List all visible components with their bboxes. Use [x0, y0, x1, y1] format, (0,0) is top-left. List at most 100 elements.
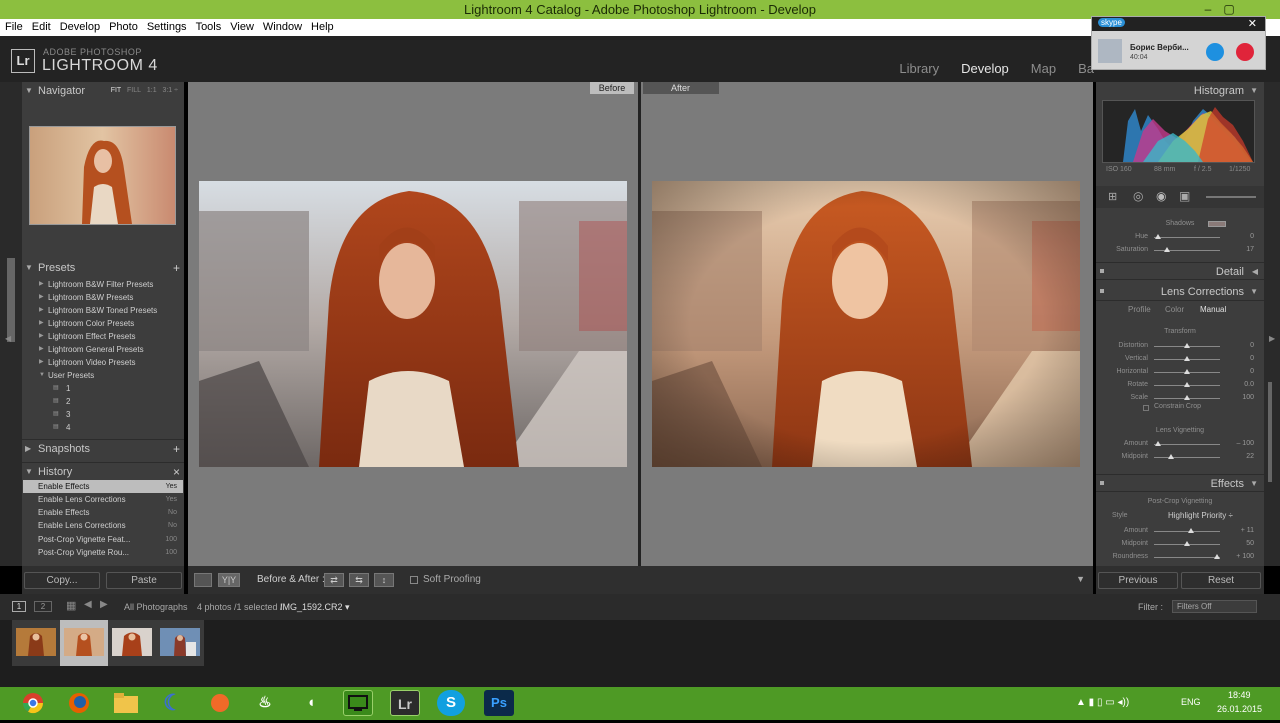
slider-thumb[interactable]	[1184, 541, 1190, 546]
tab-profile[interactable]: Profile	[1128, 305, 1151, 314]
expand-icon[interactable]: ▶	[39, 278, 44, 291]
effects-toggle-icon[interactable]: ▼	[1250, 475, 1258, 493]
histogram-header[interactable]: Histogram ▼	[1096, 82, 1264, 100]
shadows-hue-slider[interactable]: Hue 0	[1096, 231, 1264, 243]
user-preset[interactable]: ▤ 3	[22, 408, 184, 421]
preset-folder[interactable]: ▶ Lightroom General Presets	[22, 343, 184, 356]
slider-track[interactable]	[1154, 237, 1220, 238]
slider-thumb[interactable]	[1184, 369, 1190, 374]
detail-header[interactable]: Detail ◀	[1096, 262, 1264, 280]
histogram-toggle-icon[interactable]: ▼	[1250, 82, 1258, 100]
effects-roundness-slider[interactable]: Roundness + 100	[1096, 551, 1264, 563]
firefox-icon[interactable]	[64, 690, 94, 716]
effects-header[interactable]: Effects ▼	[1096, 474, 1264, 492]
steam-icon[interactable]: ♨	[250, 690, 280, 716]
slider-value[interactable]: 0	[1250, 366, 1254, 378]
constrain-crop-checkbox[interactable]	[1143, 405, 1149, 411]
slider-value[interactable]: 22	[1246, 451, 1254, 463]
previous-button[interactable]: Previous	[1098, 572, 1178, 589]
zoom-fill[interactable]: FILL	[127, 87, 141, 94]
lens-corrections-toggle-icon[interactable]: ▼	[1250, 283, 1258, 301]
expand-icon[interactable]: ▶	[39, 291, 44, 304]
add-snapshot-button[interactable]: +	[173, 440, 180, 458]
navigator-preview[interactable]	[29, 126, 176, 225]
shadows-saturation-slider[interactable]: Saturation 17	[1096, 244, 1264, 256]
slider-thumb[interactable]	[1155, 234, 1161, 239]
chrome-icon[interactable]	[18, 690, 48, 716]
preset-folder[interactable]: ▶ Lightroom Effect Presets	[22, 330, 184, 343]
distortion-slider[interactable]: Distortion 0	[1096, 340, 1264, 352]
menu-view[interactable]: View	[225, 19, 258, 33]
copy-before-to-after-button[interactable]: ⇄	[324, 573, 344, 587]
copy-after-to-before-button[interactable]: ⇆	[349, 573, 369, 587]
left-panel-strip[interactable]: ◀	[0, 82, 22, 566]
history-step[interactable]: Enable Lens Corrections Yes	[23, 493, 183, 506]
filmstrip-thumbnail[interactable]	[12, 620, 60, 666]
left-scrollbar[interactable]	[7, 258, 15, 342]
photoshop-taskbar-icon[interactable]: Ps	[484, 690, 514, 716]
loupe-view-button[interactable]	[194, 573, 212, 587]
toolbar-menu-icon[interactable]: ▼	[1076, 574, 1085, 584]
slider-value[interactable]: – 100	[1236, 438, 1254, 450]
navigator-toggle-icon[interactable]: ▼	[25, 82, 33, 100]
shadows-color-swatch[interactable]	[1208, 221, 1226, 227]
tab-manual[interactable]: Manual	[1200, 305, 1226, 314]
reset-button[interactable]: Reset	[1181, 572, 1261, 589]
snapshots-toggle-icon[interactable]: ▶	[25, 440, 31, 458]
slider-thumb[interactable]	[1184, 382, 1190, 387]
slider-thumb[interactable]	[1184, 356, 1190, 361]
filmstrip-thumbnail[interactable]	[156, 620, 204, 666]
slider-value[interactable]: 100	[1242, 392, 1254, 404]
preset-folder[interactable]: ▶ Lightroom Color Presets	[22, 317, 184, 330]
volume-app-icon[interactable]: ◖	[296, 690, 326, 716]
expand-icon[interactable]: ▶	[39, 330, 44, 343]
before-photo[interactable]	[199, 181, 627, 467]
clear-history-button[interactable]: ×	[173, 463, 180, 481]
expand-icon[interactable]: ▶	[39, 304, 44, 317]
menu-window[interactable]: Window	[258, 19, 306, 33]
add-preset-button[interactable]: +	[173, 259, 180, 277]
zoom-3-1[interactable]: 3:1 ÷	[162, 87, 178, 94]
menu-photo[interactable]: Photo	[104, 19, 142, 33]
slider-value[interactable]: + 100	[1236, 551, 1254, 563]
lightroom-taskbar-icon[interactable]: Lr	[390, 690, 420, 716]
filter-select[interactable]: Filters Off	[1172, 600, 1257, 613]
window-2-button[interactable]: 2	[34, 601, 52, 612]
history-toggle-icon[interactable]: ▼	[25, 463, 33, 481]
soft-proofing-checkbox[interactable]	[410, 576, 418, 584]
effects-amount-slider[interactable]: Amount + 11	[1096, 525, 1264, 537]
snapshots-header[interactable]: ▶ Snapshots +	[22, 439, 184, 457]
skype-taskbar-icon[interactable]: S	[437, 690, 465, 716]
preset-folder[interactable]: ▶ Lightroom B&W Presets	[22, 291, 184, 304]
menu-file[interactable]: File	[0, 19, 27, 33]
preset-folder[interactable]: ▶ Lightroom B&W Toned Presets	[22, 304, 184, 317]
module-develop[interactable]: Develop	[961, 61, 1009, 76]
detail-toggle-icon[interactable]: ◀	[1252, 263, 1258, 281]
forward-arrow-icon[interactable]: ▶	[100, 599, 108, 610]
expand-icon[interactable]: ▶	[39, 343, 44, 356]
tab-color[interactable]: Color	[1165, 305, 1184, 314]
before-after-mode-button[interactable]: Y|Y	[218, 573, 240, 587]
slider-value[interactable]: 17	[1246, 244, 1254, 256]
menu-develop[interactable]: Develop	[55, 19, 104, 33]
red-eye-icon[interactable]: ◉	[1156, 189, 1166, 203]
slider-value[interactable]: 0.0	[1244, 379, 1254, 391]
panel-switch-icon[interactable]	[1100, 269, 1104, 273]
origin-icon[interactable]	[205, 690, 235, 716]
history-step[interactable]: Post-Crop Vignette Rou... 100	[23, 546, 183, 559]
clock-time[interactable]: 18:49	[1228, 690, 1251, 700]
collapse-left-icon[interactable]: ◀	[5, 334, 11, 343]
after-photo[interactable]	[652, 181, 1080, 467]
slider-value[interactable]: 0	[1250, 231, 1254, 243]
history-step[interactable]: Post-Crop Vignette Feat... 100	[23, 533, 183, 546]
slider-track[interactable]	[1154, 557, 1220, 558]
user-preset[interactable]: ▤ 4	[22, 421, 184, 434]
slider-thumb[interactable]	[1168, 454, 1174, 459]
grid-icon[interactable]: ▦	[66, 599, 76, 612]
menu-help[interactable]: Help	[306, 19, 338, 33]
history-header[interactable]: ▼ History ×	[22, 462, 184, 480]
presets-toggle-icon[interactable]: ▼	[25, 259, 33, 277]
slider-thumb[interactable]	[1184, 343, 1190, 348]
paste-settings-button[interactable]: Paste	[106, 572, 182, 589]
slider-thumb[interactable]	[1184, 395, 1190, 400]
